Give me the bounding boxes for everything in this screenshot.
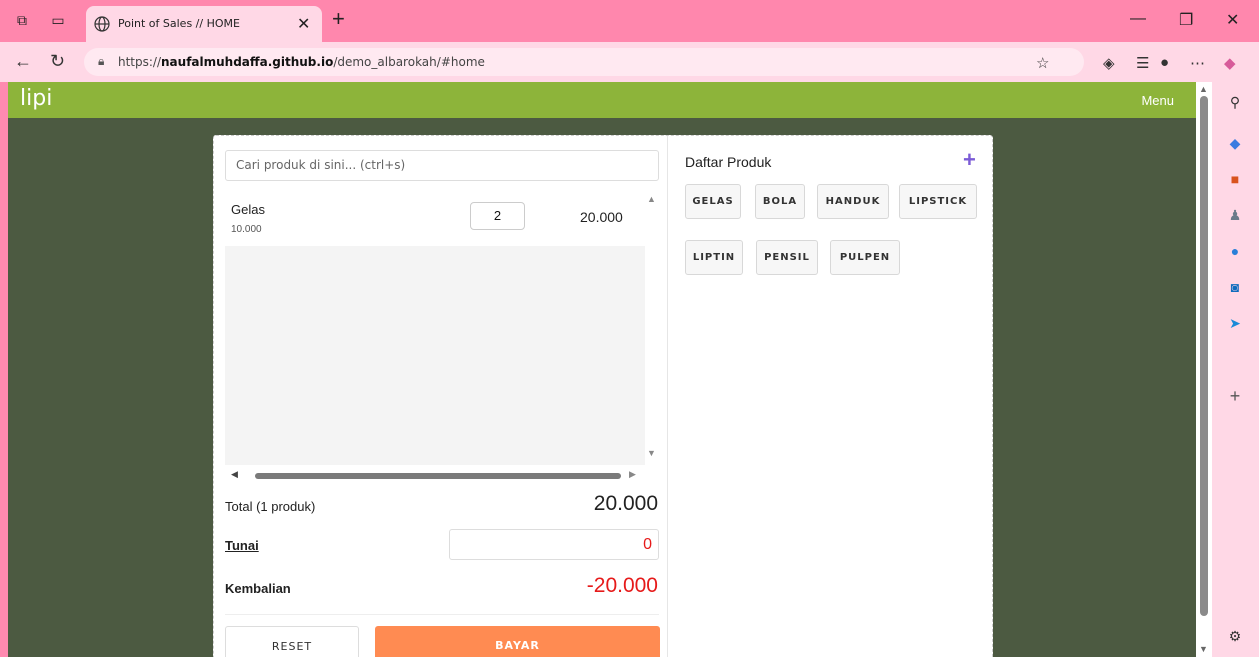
quantity-input[interactable]: 2 bbox=[470, 202, 525, 230]
page-scrollbar[interactable]: ▲ ▼ bbox=[1196, 82, 1212, 657]
cart-list: Gelas 10.000 2 20.000 bbox=[225, 190, 645, 465]
toolbox-icon[interactable]: ■ bbox=[1226, 170, 1244, 188]
scrollbar-thumb[interactable] bbox=[255, 473, 621, 479]
scroll-down-arrow-icon[interactable]: ▼ bbox=[647, 448, 656, 458]
close-window-icon[interactable]: ✕ bbox=[1226, 10, 1239, 30]
browser-sidebar: ⚲ ◆ ■ ♟ ● ◙ ➤ + ⚙ bbox=[1212, 82, 1259, 657]
scroll-up-icon[interactable]: ▲ bbox=[1199, 84, 1208, 94]
games-icon[interactable]: ♟ bbox=[1226, 206, 1244, 224]
panel-divider bbox=[667, 136, 668, 657]
item-unit-price: 10.000 bbox=[231, 224, 262, 235]
tab-title: Point of Sales // HOME bbox=[118, 17, 240, 30]
kembalian-label: Kembalian bbox=[225, 581, 291, 596]
divider bbox=[225, 614, 659, 615]
more-options-icon[interactable]: ⋯ bbox=[1190, 54, 1205, 72]
search-icon[interactable]: ⚲ bbox=[1226, 93, 1244, 111]
tunai-input[interactable]: 0 bbox=[449, 529, 659, 560]
outlook-icon[interactable]: ◙ bbox=[1226, 278, 1244, 296]
browser-tab-bar: ⧉ ▭ Point of Sales // HOME ✕ + — ❐ ✕ bbox=[0, 0, 1259, 42]
copilot-sidebar-icon[interactable]: ● bbox=[1226, 242, 1244, 260]
restore-icon[interactable]: ❐ bbox=[1179, 10, 1193, 30]
kembalian-value: -20.000 bbox=[586, 574, 658, 597]
pos-card: Cari produk di sini... (ctrl+s) Gelas 10… bbox=[213, 135, 993, 657]
reset-button[interactable]: RESET bbox=[225, 626, 359, 657]
workspaces-icon[interactable]: ⧉ bbox=[14, 12, 30, 28]
copilot-icon[interactable]: ◆ bbox=[1224, 54, 1236, 72]
item-line-total: 20.000 bbox=[580, 209, 623, 225]
new-tab-icon[interactable]: + bbox=[332, 8, 345, 30]
refresh-icon[interactable]: ↻ bbox=[50, 51, 65, 72]
tunai-label: Tunai bbox=[225, 538, 259, 553]
extensions-icon[interactable]: ◈ bbox=[1103, 54, 1115, 72]
favorite-star-icon[interactable]: ☆ bbox=[1036, 54, 1049, 72]
menu-link[interactable]: Menu bbox=[1141, 93, 1174, 108]
send-icon[interactable]: ➤ bbox=[1226, 314, 1244, 332]
item-name: Gelas bbox=[231, 202, 265, 217]
lock-icon[interactable]: 🔒︎ bbox=[98, 54, 104, 69]
address-bar: ← ↻ 🔒︎ https://naufalmuhdaffa.github.io/… bbox=[0, 42, 1259, 82]
scroll-down-icon[interactable]: ▼ bbox=[1199, 644, 1208, 654]
scroll-left-arrow-icon[interactable]: ◀ bbox=[231, 469, 238, 480]
add-product-icon[interactable]: + bbox=[963, 149, 976, 171]
product-button-liptin[interactable]: LIPTIN bbox=[685, 240, 743, 275]
horizontal-scrollbar[interactable]: ◀ ▶ bbox=[225, 469, 645, 483]
profile-avatar-icon[interactable]: ● bbox=[1160, 54, 1169, 71]
add-sidebar-app-icon[interactable]: + bbox=[1226, 387, 1244, 405]
globe-icon bbox=[94, 16, 110, 32]
product-button-pulpen[interactable]: PULPEN bbox=[830, 240, 900, 275]
url-text: https://naufalmuhdaffa.github.io/demo_al… bbox=[118, 55, 485, 69]
bayar-button[interactable]: BAYAR bbox=[375, 626, 660, 657]
shopping-tag-icon[interactable]: ◆ bbox=[1226, 134, 1244, 152]
product-list-title: Daftar Produk bbox=[685, 154, 772, 170]
search-input[interactable]: Cari produk di sini... (ctrl+s) bbox=[225, 150, 659, 181]
scroll-up-arrow-icon[interactable]: ▲ bbox=[647, 194, 656, 204]
settings-gear-icon[interactable]: ⚙ bbox=[1226, 627, 1244, 645]
minimize-icon[interactable]: — bbox=[1130, 10, 1146, 28]
product-button-lipstick[interactable]: LIPSTICK bbox=[899, 184, 977, 219]
product-button-bola[interactable]: BOLA bbox=[755, 184, 805, 219]
total-label: Total (1 produk) bbox=[225, 499, 316, 514]
product-button-gelas[interactable]: GELAS bbox=[685, 184, 741, 219]
browser-tab[interactable]: Point of Sales // HOME ✕ bbox=[86, 6, 322, 42]
scroll-right-arrow-icon[interactable]: ▶ bbox=[629, 469, 636, 480]
app-header: lipi Menu bbox=[8, 82, 1196, 118]
close-tab-icon[interactable]: ✕ bbox=[297, 14, 310, 34]
url-field[interactable]: 🔒︎ https://naufalmuhdaffa.github.io/demo… bbox=[84, 48, 1084, 76]
page-scroll-thumb[interactable] bbox=[1200, 96, 1208, 616]
page-viewport: lipi Menu Cari produk di sini... (ctrl+s… bbox=[8, 82, 1196, 657]
favorites-list-icon[interactable]: ☰ bbox=[1136, 54, 1149, 72]
brand-logo[interactable]: lipi bbox=[20, 86, 52, 111]
total-value: 20.000 bbox=[593, 492, 658, 515]
back-icon[interactable]: ← bbox=[14, 51, 32, 72]
tab-actions-icon[interactable]: ▭ bbox=[50, 12, 66, 28]
product-button-pensil[interactable]: PENSIL bbox=[756, 240, 818, 275]
cart-row[interactable]: Gelas 10.000 2 20.000 bbox=[225, 190, 645, 246]
product-button-handuk[interactable]: HANDUK bbox=[817, 184, 889, 219]
